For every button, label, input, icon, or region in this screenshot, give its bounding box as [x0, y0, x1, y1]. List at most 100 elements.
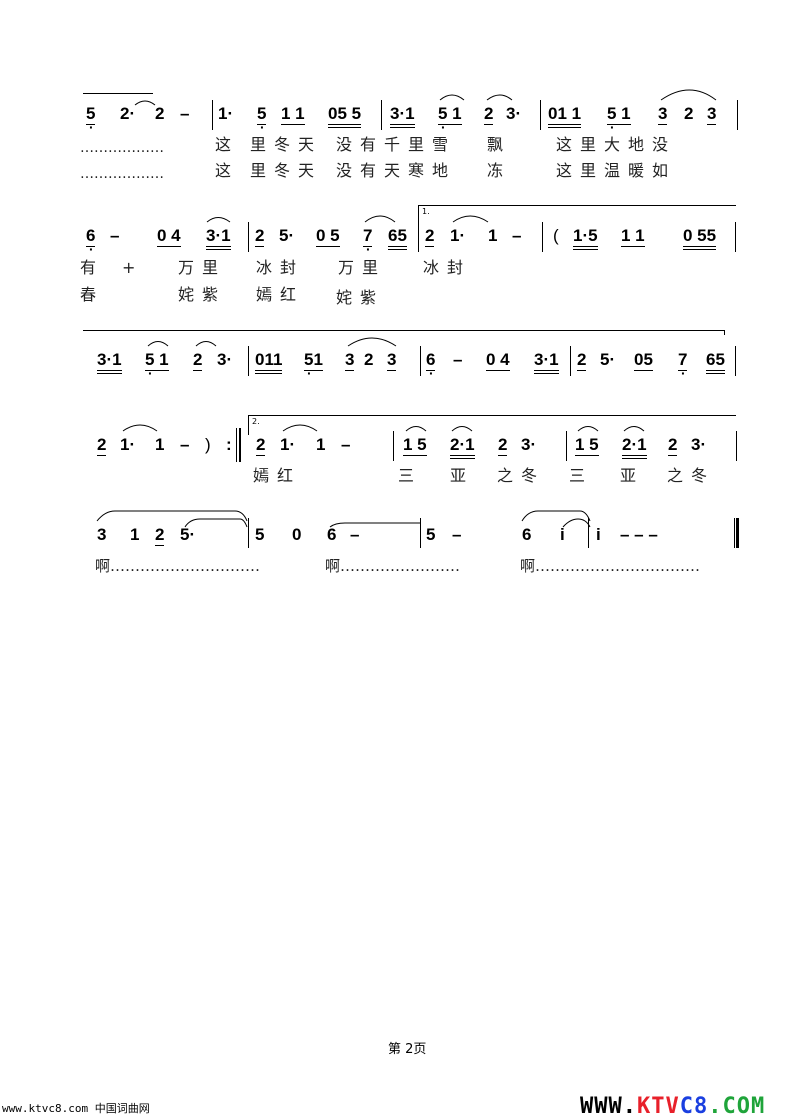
repeat-barline	[236, 428, 237, 462]
barline	[381, 100, 382, 130]
note: 1·	[120, 435, 136, 454]
barline	[393, 431, 394, 461]
lyric: 之冬	[497, 466, 546, 485]
note: 5 1	[145, 350, 169, 383]
note: 0	[292, 525, 302, 544]
paren: )	[205, 435, 211, 454]
volta-bracket	[418, 205, 736, 206]
note: 5 1	[607, 104, 631, 137]
lyric: 里冬天	[250, 135, 323, 154]
note: 05 5	[328, 104, 362, 128]
note: 3·1	[534, 350, 559, 374]
volta-number: 1.	[422, 207, 430, 216]
lyric: 没有天寒地	[336, 161, 457, 180]
note: 7	[363, 226, 373, 259]
lyric: 嫣红	[256, 285, 305, 304]
note: 1 1	[621, 226, 645, 247]
barline	[420, 346, 421, 376]
note: 0 5	[316, 226, 340, 247]
note: 2	[155, 525, 165, 546]
lyric: 姹紫	[178, 285, 227, 304]
note: 3	[97, 525, 107, 544]
volta-number: 2.	[252, 417, 260, 426]
logo-ktv: KTV	[636, 1094, 680, 1119]
note: 1·	[218, 104, 234, 123]
lyric: 冰封	[256, 258, 305, 277]
note: 5	[426, 525, 436, 544]
note: 3·	[521, 435, 537, 454]
note: 2	[193, 350, 203, 371]
lyric: 春	[80, 285, 105, 304]
note: 3·1	[97, 350, 122, 374]
lyric: ………………	[80, 140, 164, 156]
note: 2	[425, 226, 435, 247]
note: –	[341, 435, 351, 454]
logo-www: WWW.	[580, 1094, 637, 1119]
barline	[737, 100, 738, 130]
volta-bracket	[248, 415, 736, 416]
barline	[735, 222, 736, 252]
note: 65	[706, 350, 725, 374]
note: 5 1	[438, 104, 462, 137]
note: 65	[388, 226, 407, 250]
note: 2	[498, 435, 508, 456]
note: 5·	[180, 525, 196, 544]
lyric: 之冬	[667, 466, 716, 485]
note: 2	[97, 435, 107, 456]
final-barline	[734, 518, 735, 548]
lyric: 姹紫	[336, 288, 385, 307]
note: –	[512, 226, 522, 245]
lyric: 这	[215, 161, 240, 180]
note: 51	[304, 350, 323, 383]
lyric: +	[122, 258, 144, 277]
barline	[566, 431, 567, 461]
note: 3	[387, 350, 397, 371]
lyric: 这里大地没	[556, 135, 677, 154]
page-number: 第 2页	[388, 1042, 427, 1057]
note: 6	[327, 525, 337, 544]
note: 2	[484, 104, 494, 125]
site-logo: WWW.KTVC8.COM	[580, 1094, 765, 1119]
barline	[248, 346, 249, 376]
lyric: 飘	[487, 135, 512, 154]
note: –	[452, 525, 462, 544]
paren: (	[553, 226, 559, 245]
note: 1·	[450, 226, 466, 245]
lyric: 这	[215, 135, 240, 154]
note: 0 55	[683, 226, 717, 250]
barline	[248, 518, 249, 548]
lyric: 里冬天	[250, 161, 323, 180]
logo-com: .COM	[708, 1094, 766, 1119]
note: 2	[256, 435, 266, 456]
note: 1·	[280, 435, 296, 454]
note: 01 1	[548, 104, 582, 128]
note: 2	[684, 104, 694, 123]
barline	[420, 518, 421, 548]
note: 3·	[506, 104, 522, 123]
note: 3	[707, 104, 717, 125]
lyric: 这里温暖如	[556, 161, 677, 180]
note: 0 4	[157, 226, 181, 247]
barline	[570, 346, 571, 376]
tie-end	[724, 330, 725, 335]
lyric: 冻	[487, 161, 512, 180]
lyric: 亚	[450, 466, 475, 485]
note: 2	[155, 104, 165, 123]
barline	[212, 100, 213, 130]
site-text: www.ktvc8.com 中国词曲网	[2, 1102, 150, 1115]
lyric: 啊……………………	[325, 557, 461, 575]
note: –	[110, 226, 120, 245]
note: 2·	[120, 104, 136, 123]
note: 2	[255, 226, 265, 247]
note: 5	[86, 104, 96, 137]
note: 5	[257, 104, 267, 137]
note: – – –	[620, 525, 658, 544]
logo-c8: C8	[679, 1094, 709, 1119]
note: 1	[155, 435, 165, 454]
note: 6	[522, 525, 532, 544]
note: i	[596, 525, 601, 544]
note: –	[180, 435, 190, 454]
tie-line	[83, 93, 153, 94]
tie-line	[83, 330, 725, 331]
note: 2·1	[450, 435, 475, 459]
